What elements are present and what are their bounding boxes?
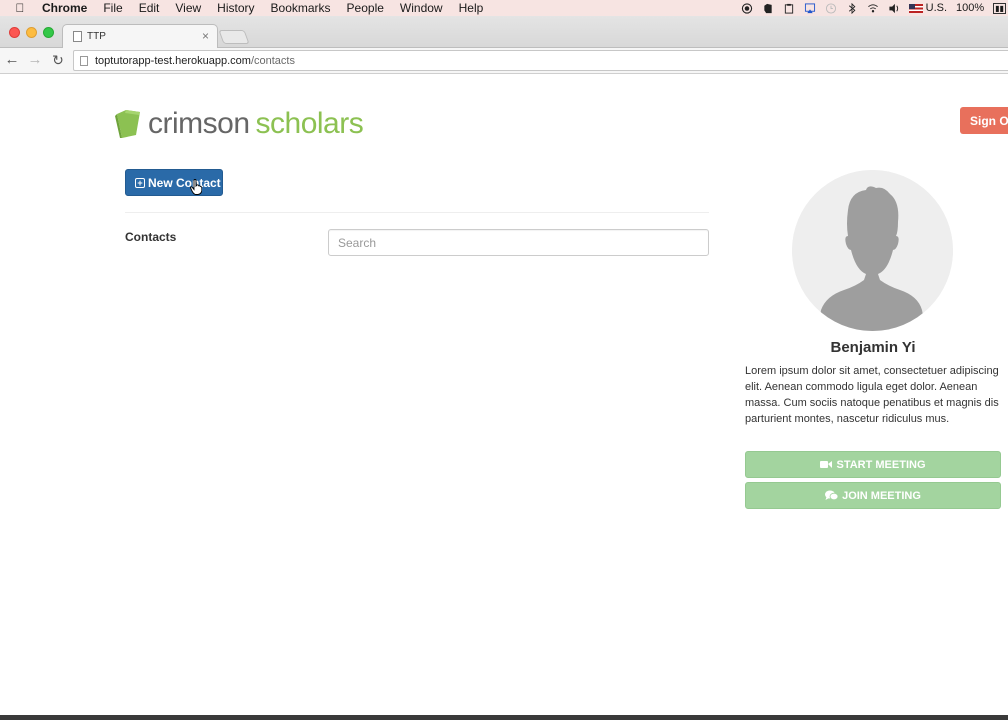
web-page: crimson scholars Sign Out + New Contact … xyxy=(0,75,1008,715)
url-path: /contacts xyxy=(250,54,295,67)
apple-menu-icon[interactable]:  xyxy=(0,1,40,15)
reload-icon[interactable]: ↻ xyxy=(50,52,66,68)
join-meeting-button[interactable]: JOIN MEETING xyxy=(745,482,1001,509)
menu-bookmarks[interactable]: Bookmarks xyxy=(263,0,339,16)
wifi-icon[interactable] xyxy=(867,3,879,14)
tab-close-icon[interactable]: × xyxy=(202,29,209,43)
input-source[interactable]: U.S. xyxy=(908,2,948,14)
macos-menubar:  Chrome File Edit View History Bookmark… xyxy=(0,0,1008,16)
input-source-label: U.S. xyxy=(925,2,948,14)
profile-bio: Lorem ipsum dolor sit amet, consectetuer… xyxy=(745,365,999,425)
time-machine-icon[interactable] xyxy=(825,2,837,14)
status-area: U.S. 100% ▮▮ xyxy=(741,0,1008,16)
us-flag-icon xyxy=(908,3,923,13)
forward-arrow-icon[interactable]: → xyxy=(27,52,43,68)
person-silhouette-icon xyxy=(792,170,953,331)
menu-history[interactable]: History xyxy=(209,0,262,16)
new-contact-label: New Contact xyxy=(148,175,221,190)
page-icon xyxy=(80,55,88,66)
battery-percent[interactable]: 100% xyxy=(956,2,984,14)
bottom-edge xyxy=(0,715,1008,720)
start-meeting-button[interactable]: START MEETING xyxy=(745,451,1001,478)
close-window-icon[interactable] xyxy=(9,27,20,38)
address-bar[interactable]: toptutorapp-test.herokuapp.com/contacts xyxy=(73,50,1008,71)
start-meeting-label: START MEETING xyxy=(836,458,926,471)
sign-out-button[interactable]: Sign Out xyxy=(960,107,1008,134)
tab-title: TTP xyxy=(87,31,106,42)
menu-app-name[interactable]: Chrome xyxy=(40,0,95,16)
video-camera-icon xyxy=(820,461,833,468)
new-tab-button[interactable] xyxy=(218,30,250,44)
menu-people[interactable]: People xyxy=(339,0,392,16)
zoom-window-icon[interactable] xyxy=(43,27,54,38)
menu-help[interactable]: Help xyxy=(451,0,492,16)
new-contact-button[interactable]: + New Contact xyxy=(125,169,223,196)
chat-bubbles-icon xyxy=(825,490,839,501)
menu-edit[interactable]: Edit xyxy=(131,0,168,16)
back-arrow-icon[interactable]: ← xyxy=(4,52,20,68)
book-logo-icon xyxy=(115,110,140,138)
menu-file[interactable]: File xyxy=(95,0,130,16)
battery-icon: ▮▮ xyxy=(993,2,1006,14)
logo-text-scholars: scholars xyxy=(255,107,364,140)
browser-toolbar: ← → ↻ toptutorapp-test.herokuapp.com/con… xyxy=(0,48,1008,74)
browser-tab[interactable]: TTP × xyxy=(62,24,218,48)
contacts-search-input[interactable] xyxy=(328,229,709,256)
crimson-scholars-logo[interactable]: crimson scholars xyxy=(114,107,364,141)
minimize-window-icon[interactable] xyxy=(26,27,37,38)
tab-strip: TTP × xyxy=(0,16,1008,48)
url-host: toptutorapp-test.herokuapp.com xyxy=(95,54,251,67)
record-icon[interactable] xyxy=(741,2,753,14)
hand-cursor-icon xyxy=(190,179,202,195)
contacts-heading: Contacts xyxy=(125,230,177,244)
section-divider xyxy=(125,212,709,213)
menu-view[interactable]: View xyxy=(167,0,209,16)
evernote-icon[interactable] xyxy=(762,3,774,14)
clipboard-icon[interactable] xyxy=(783,3,795,14)
profile-name: Benjamin Yi xyxy=(830,339,916,356)
logo-text-crimson: crimson xyxy=(148,107,250,140)
join-meeting-label: JOIN MEETING xyxy=(842,489,921,502)
plus-square-icon: + xyxy=(135,177,145,188)
profile-avatar xyxy=(792,170,953,331)
airplay-icon[interactable] xyxy=(804,2,816,14)
document-icon xyxy=(73,31,82,42)
bluetooth-icon[interactable] xyxy=(846,2,858,14)
volume-icon[interactable] xyxy=(888,3,900,14)
menu-window[interactable]: Window xyxy=(392,0,451,16)
